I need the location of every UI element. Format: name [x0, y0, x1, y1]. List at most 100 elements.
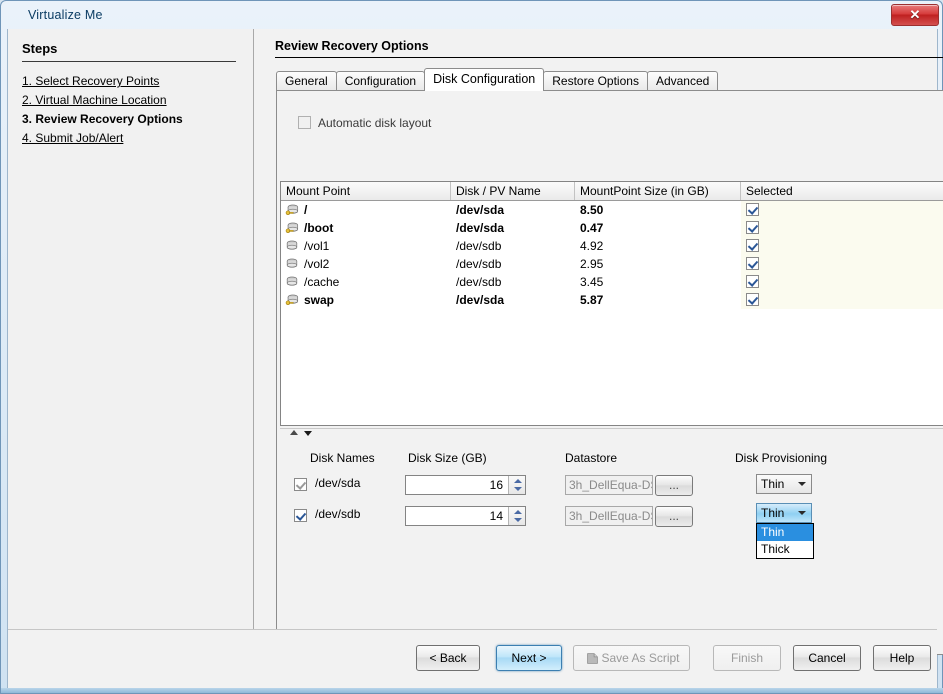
cell-mount-point-text: /vol1 — [304, 239, 329, 253]
provisioning-value-dev-sda: Thin — [761, 475, 784, 493]
row-selected-checkbox[interactable] — [746, 293, 759, 306]
tab-configuration[interactable]: Configuration — [336, 71, 425, 91]
page-title: Review Recovery Options — [275, 39, 943, 58]
tab-disk-configuration[interactable]: Disk Configuration — [424, 68, 544, 91]
cell-size: 5.87 — [575, 291, 741, 309]
cell-mount-point: /boot — [281, 219, 451, 237]
automatic-disk-layout-checkbox[interactable] — [298, 116, 311, 129]
automatic-disk-layout-label: Automatic disk layout — [318, 116, 431, 130]
cell-mount-point: swap — [281, 291, 451, 309]
cell-mount-point: /vol1 — [281, 237, 451, 255]
tab-general[interactable]: General — [276, 71, 337, 91]
cell-mount-point-text: swap — [304, 293, 334, 307]
datastore-field-dev-sdb: 3h_DellEqua-DS1 — [565, 506, 653, 526]
column-header-selected[interactable]: Selected — [741, 182, 943, 200]
cell-mount-point-text: /cache — [304, 275, 339, 289]
title-bar[interactable]: Virtualize Me ✕ — [2, 2, 943, 29]
stepper-down-icon[interactable] — [514, 487, 522, 491]
table-row[interactable]: /vol2 /dev/sdb 2.95 — [281, 255, 943, 273]
disk-checkbox-dev-sda — [294, 478, 307, 491]
splitter-up-icon[interactable] — [290, 430, 298, 435]
header-datastore: Datastore — [565, 451, 617, 465]
disk-key-icon — [285, 293, 299, 307]
disk-name-dev-sdb: /dev/sdb — [315, 507, 360, 521]
provisioning-combo-dev-sdb[interactable]: Thin — [756, 503, 812, 523]
cell-selected[interactable] — [741, 201, 943, 219]
disk-size-stepper-dev-sdb[interactable] — [508, 507, 525, 525]
row-selected-checkbox[interactable] — [746, 221, 759, 234]
stepper-up-icon[interactable] — [514, 510, 522, 514]
disk-size-value-dev-sdb[interactable]: 14 — [406, 507, 507, 525]
table-row[interactable]: swap /dev/sda 5.87 — [281, 291, 943, 309]
table-row[interactable]: /boot /dev/sda 0.47 — [281, 219, 943, 237]
steps-panel: Steps 1. Select Recovery Points 2. Virtu… — [8, 29, 254, 629]
disk-checkbox-dev-sdb[interactable] — [294, 509, 307, 522]
tab-restore-options[interactable]: Restore Options — [543, 71, 648, 91]
provisioning-combo-dev-sda[interactable]: Thin — [756, 474, 812, 494]
splitter-down-icon[interactable] — [304, 431, 312, 436]
content-panel: Review Recovery Options General Configur… — [255, 29, 937, 629]
step-item-select-recovery-points[interactable]: 1. Select Recovery Points — [22, 72, 242, 91]
stepper-up-icon[interactable] — [514, 479, 522, 483]
disk-key-icon — [285, 221, 299, 235]
step-item-review-recovery-options: 3. Review Recovery Options — [22, 110, 242, 129]
tab-panel-disk-configuration: Automatic disk layout Mount Point Disk /… — [276, 90, 943, 655]
cancel-button[interactable]: Cancel — [793, 645, 861, 671]
table-row[interactable]: /cache /dev/sdb 3.45 — [281, 273, 943, 291]
cell-disk-name: /dev/sdb — [451, 237, 575, 255]
table-row[interactable]: /vol1 /dev/sdb 4.92 — [281, 237, 943, 255]
provisioning-option-thick[interactable]: Thick — [757, 541, 813, 558]
chevron-down-icon — [798, 511, 806, 515]
row-selected-checkbox[interactable] — [746, 239, 759, 252]
cell-selected[interactable] — [741, 219, 943, 237]
chevron-down-icon — [798, 482, 806, 486]
row-selected-checkbox[interactable] — [746, 275, 759, 288]
disk-key-icon — [285, 203, 299, 217]
cell-selected[interactable] — [741, 291, 943, 309]
row-selected-checkbox[interactable] — [746, 203, 759, 216]
disk-size-spinner-dev-sdb[interactable]: 14 — [405, 506, 526, 526]
cell-size: 8.50 — [575, 201, 741, 219]
tab-advanced[interactable]: Advanced — [647, 71, 718, 91]
cell-mount-point: /cache — [281, 273, 451, 291]
back-button[interactable]: < Back — [416, 645, 480, 671]
provisioning-option-thin[interactable]: Thin — [757, 524, 813, 541]
help-button[interactable]: Help — [873, 645, 931, 671]
window-title: Virtualize Me — [28, 8, 103, 22]
steps-header: Steps — [22, 41, 236, 62]
cell-disk-name: /dev/sda — [451, 219, 575, 237]
table-row[interactable]: / /dev/sda 8.50 — [281, 201, 943, 219]
column-header-disk-pv-name[interactable]: Disk / PV Name — [451, 182, 575, 200]
disk-size-stepper-dev-sda[interactable] — [508, 476, 525, 494]
header-disk-size: Disk Size (GB) — [408, 451, 487, 465]
step-item-virtual-machine-location[interactable]: 2. Virtual Machine Location — [22, 91, 242, 110]
cell-selected[interactable] — [741, 255, 943, 273]
step-item-submit-job-alert[interactable]: 4. Submit Job/Alert — [22, 129, 242, 148]
script-icon — [586, 652, 599, 665]
dialog-button-bar: < Back Next > Save As Script Finish Canc… — [8, 629, 937, 688]
datastore-browse-button-dev-sda[interactable]: ... — [655, 475, 693, 496]
cell-mount-point: /vol2 — [281, 255, 451, 273]
cell-disk-name: /dev/sda — [451, 291, 575, 309]
table-header-row: Mount Point Disk / PV Name MountPoint Si… — [281, 182, 943, 201]
disk-size-spinner-dev-sda[interactable]: 16 — [405, 475, 526, 495]
next-button[interactable]: Next > — [496, 645, 562, 671]
row-selected-checkbox[interactable] — [746, 257, 759, 270]
cell-selected[interactable] — [741, 273, 943, 291]
table-body: / /dev/sda 8.50 — [281, 201, 943, 425]
header-disk-names: Disk Names — [310, 451, 375, 465]
datastore-field-dev-sda: 3h_DellEqua-DS1 — [565, 475, 653, 495]
datastore-browse-button-dev-sdb[interactable]: ... — [655, 506, 693, 527]
disk-icon — [285, 275, 299, 289]
close-button[interactable]: ✕ — [891, 4, 939, 26]
cell-selected[interactable] — [741, 237, 943, 255]
automatic-disk-layout-row[interactable]: Automatic disk layout — [298, 116, 431, 130]
provisioning-dropdown-list[interactable]: Thin Thick — [756, 523, 814, 559]
cell-disk-name: /dev/sdb — [451, 255, 575, 273]
stepper-down-icon[interactable] — [514, 518, 522, 522]
disk-settings-panel: Disk Names Disk Size (GB) Datastore Disk… — [280, 437, 943, 652]
column-header-mountpoint-size[interactable]: MountPoint Size (in GB) — [575, 182, 741, 200]
column-header-mount-point[interactable]: Mount Point — [281, 182, 451, 200]
provisioning-value-dev-sdb: Thin — [761, 504, 784, 522]
disk-size-value-dev-sda[interactable]: 16 — [406, 476, 507, 494]
